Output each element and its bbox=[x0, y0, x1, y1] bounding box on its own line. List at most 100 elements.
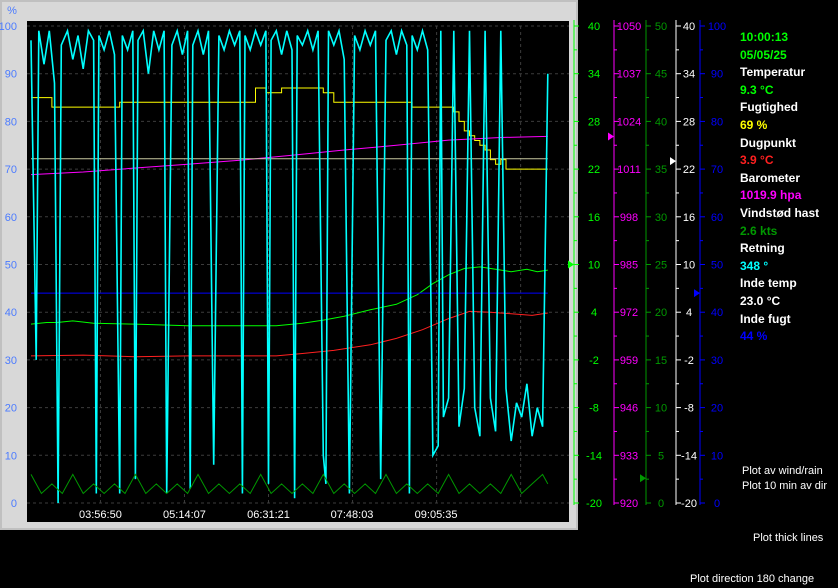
axis-tick-label: 28 bbox=[588, 116, 600, 128]
plot-area bbox=[27, 21, 569, 522]
current-readings: 10:00:13 05/05/25 Temperatur 9.3 °C Fugtig… bbox=[740, 29, 819, 346]
axis-tick-label: 45 bbox=[655, 69, 667, 81]
readout-label: Fugtighed bbox=[740, 100, 798, 115]
axis-tick-label: 34 bbox=[588, 69, 600, 81]
axis-tick-label: 100 bbox=[708, 21, 726, 33]
axis-tick-label: 1011 bbox=[617, 164, 641, 176]
left-tick-label: 80 bbox=[5, 116, 17, 128]
left-tick-label: 0 bbox=[11, 498, 17, 510]
axis-tick-label: 959 bbox=[620, 355, 638, 367]
left-tick-label: 40 bbox=[5, 307, 17, 319]
readout-label: Retning bbox=[740, 241, 785, 256]
readout-value: 348 ° bbox=[740, 258, 769, 273]
axis-tick-label: 10 bbox=[655, 403, 667, 415]
right-axes: 4034282216104-2-8-14-2010501037102410119… bbox=[568, 20, 726, 510]
axis-tick-label: 34 bbox=[683, 69, 695, 81]
readout-value: 44 % bbox=[740, 329, 768, 344]
axis-tick-label: 70 bbox=[711, 164, 723, 176]
axis-tick-label: 80 bbox=[711, 116, 723, 128]
axis-tick-label: 985 bbox=[620, 260, 638, 272]
axis-tick-label: 946 bbox=[620, 403, 638, 415]
axis-tick-label: 16 bbox=[683, 212, 695, 224]
axis-tick-label: -20 bbox=[681, 498, 697, 510]
readout-date: 05/05/25 bbox=[740, 47, 787, 62]
axis-tick-label: 4 bbox=[591, 307, 597, 319]
readout-value: 3.9 °C bbox=[740, 153, 774, 168]
axis-tick-label: 20 bbox=[711, 403, 723, 415]
left-axis-unit: % bbox=[7, 5, 17, 17]
axis-tick-label: 1037 bbox=[617, 69, 641, 81]
axis-tick-label: 28 bbox=[683, 116, 695, 128]
axis-tick-label: 10 bbox=[683, 260, 695, 272]
axis-tick-label: 15 bbox=[655, 355, 667, 367]
weather-display: % 100 90 80 70 60 50 40 30 20 10 0 03:56:50 05:14:07… bbox=[0, 0, 838, 588]
axis-tick-label: 30 bbox=[655, 212, 667, 224]
axis-tick-label: 10 bbox=[711, 450, 723, 462]
axis-tick-label: -8 bbox=[684, 403, 694, 415]
axis-tick-label: -8 bbox=[589, 403, 599, 415]
axis-tick-label: -2 bbox=[589, 355, 599, 367]
readout-value: 9.3 °C bbox=[740, 82, 774, 97]
readout-value: 23.0 °C bbox=[740, 293, 781, 308]
plot-10min-dir-option[interactable]: Plot 10 min av dir bbox=[742, 480, 827, 492]
axis-tick-label: 35 bbox=[655, 164, 667, 176]
readout-label: Barometer bbox=[740, 170, 801, 185]
axis-tick-label: 0 bbox=[714, 498, 720, 510]
readout-value: 1019.9 hpa bbox=[740, 188, 802, 203]
axis-tick-label: 10 bbox=[588, 260, 600, 272]
axis-tick-label: 60 bbox=[711, 212, 723, 224]
axis-tick-label: 25 bbox=[655, 260, 667, 272]
left-tick-label: 10 bbox=[5, 450, 17, 462]
axis-tick-label: 90 bbox=[711, 69, 723, 81]
axis-tick-label: 16 bbox=[588, 212, 600, 224]
axis-tick-label: 40 bbox=[655, 116, 667, 128]
readout-value: 2.6 kts bbox=[740, 223, 778, 238]
x-tick-label: 03:56:50 bbox=[79, 509, 122, 521]
left-tick-label: 50 bbox=[5, 260, 17, 272]
axis-tick-label: 22 bbox=[683, 164, 695, 176]
readout-time: 10:00:13 bbox=[740, 30, 789, 44]
x-tick-label: 09:05:35 bbox=[415, 509, 458, 521]
x-tick-label: 07:48:03 bbox=[331, 509, 374, 521]
axis-tick-label: 1050 bbox=[617, 21, 641, 33]
axis-tick-label: -14 bbox=[586, 450, 602, 462]
axis-tick-label: 5 bbox=[658, 450, 664, 462]
axis-tick-label: 920 bbox=[620, 498, 638, 510]
axis-tick-label: 40 bbox=[711, 307, 723, 319]
axis-tick-label: -2 bbox=[684, 355, 694, 367]
plot-thick-lines-option[interactable]: Plot thick lines bbox=[753, 532, 823, 544]
left-tick-label: 30 bbox=[5, 355, 17, 367]
axis-tick-label: -14 bbox=[681, 450, 697, 462]
current-value-marker bbox=[608, 132, 614, 141]
readout-value: 69 % bbox=[740, 117, 768, 132]
left-tick-label: 20 bbox=[5, 403, 17, 415]
axis-tick-label: 1024 bbox=[617, 116, 641, 128]
axis-tick-label: 20 bbox=[655, 307, 667, 319]
axis-tick-label: 933 bbox=[620, 450, 638, 462]
readout-items: Temperatur 9.3 °C Fugtighed 69 % Dugpunkt 3.9… bbox=[740, 64, 819, 346]
axis-tick-label: 40 bbox=[588, 21, 600, 33]
left-tick-label: 70 bbox=[5, 164, 17, 176]
axis-tick-label: 50 bbox=[655, 21, 667, 33]
plot-direction-change-option[interactable]: Plot direction 180 change bbox=[690, 573, 814, 585]
axis-tick-label: -20 bbox=[586, 498, 602, 510]
current-value-marker bbox=[640, 474, 646, 483]
axis-tick-label: 998 bbox=[620, 212, 638, 224]
x-tick-label: 05:14:07 bbox=[163, 509, 206, 521]
readout-label: Inde temp bbox=[740, 276, 797, 291]
plot-av-wind-rain-option[interactable]: Plot av wind/rain bbox=[742, 465, 823, 477]
readout-label: Dugpunkt bbox=[740, 135, 796, 150]
current-value-marker bbox=[670, 157, 676, 166]
axis-tick-label: 4 bbox=[686, 307, 692, 319]
left-tick-label: 90 bbox=[5, 69, 17, 81]
x-tick-label: 06:31:21 bbox=[247, 509, 290, 521]
readout-label: Inde fugt bbox=[740, 311, 791, 326]
axis-tick-label: 40 bbox=[683, 21, 695, 33]
current-value-marker bbox=[694, 289, 700, 298]
axis-tick-label: 0 bbox=[658, 498, 664, 510]
left-tick-label: 100 bbox=[0, 21, 17, 33]
left-tick-label: 60 bbox=[5, 212, 17, 224]
weather-chart: %1009080706050403020100 03:56:50 05:14:07… bbox=[0, 0, 726, 530]
axis-tick-label: 50 bbox=[711, 260, 723, 272]
readout-label: Temperatur bbox=[740, 65, 806, 80]
